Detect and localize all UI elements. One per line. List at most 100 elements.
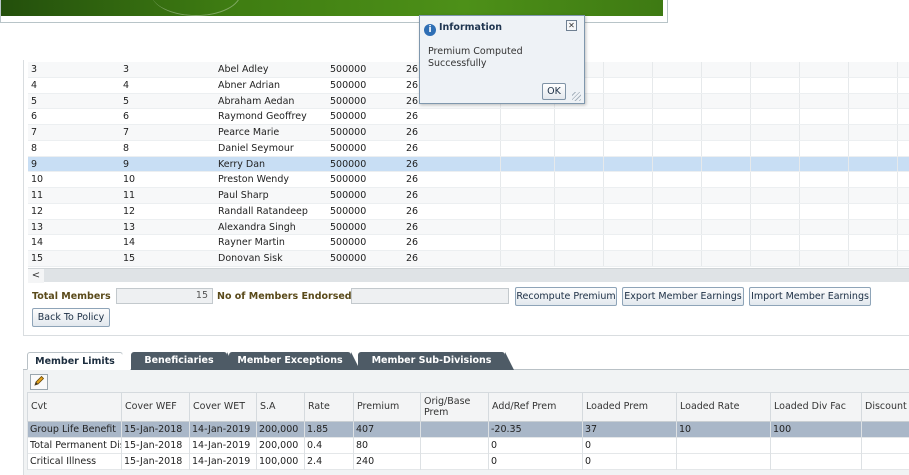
- sum-assured-cell: 500000: [330, 64, 367, 75]
- table-cell: Group Life Benefit: [27, 422, 121, 438]
- member-number-cell: 9: [123, 158, 130, 170]
- table-row[interactable]: 15 15 Donovan Sisk 500000 26: [28, 251, 909, 267]
- table-row[interactable]: 10 10 Preston Wendy 500000 26: [28, 172, 909, 188]
- import-member-earnings-button[interactable]: Import Member Earnings: [749, 287, 871, 306]
- column-divider: [750, 156, 751, 172]
- member-name-cell: Raymond Geoffrey: [218, 111, 307, 123]
- row-number-cell: 8: [31, 142, 38, 154]
- tab-member-sub-divisions[interactable]: Member Sub-Divisions: [358, 352, 514, 370]
- member-name-cell: Abner Adrian: [218, 79, 281, 91]
- table-row[interactable]: Critical Illness 15-Jan-2018 14-Jan-2019 10…: [27, 454, 909, 470]
- column-divider: [603, 77, 604, 93]
- column-divider: [750, 219, 751, 235]
- column-header[interactable]: Premium: [353, 393, 420, 423]
- back-to-policy-button[interactable]: Back To Policy: [32, 308, 110, 327]
- sum-assured-cell: 500000: [330, 205, 367, 217]
- column-divider: [799, 172, 800, 187]
- dialog-title-text: Information: [439, 22, 503, 33]
- column-header[interactable]: Discount R: [861, 393, 909, 423]
- column-divider: [701, 172, 702, 187]
- banner-decoration: [151, 0, 241, 16]
- column-divider: [701, 251, 702, 266]
- member-name-cell: Daniel Seymour: [218, 142, 294, 154]
- table-row[interactable]: 6 6 Raymond Geoffrey 500000 26: [28, 109, 909, 125]
- member-number-cell: 12: [123, 205, 136, 217]
- member-name-cell: Randall Ratandeep: [218, 205, 308, 217]
- table-row[interactable]: 9 9 Kerry Dan 500000 26: [28, 156, 909, 173]
- ok-button[interactable]: OK: [542, 83, 566, 100]
- table-cell: [676, 438, 770, 454]
- sum-assured-cell: 500000: [330, 127, 367, 138]
- column-divider: [500, 235, 501, 250]
- sum-assured-cell: 500000: [330, 237, 367, 249]
- column-divider: [750, 109, 751, 124]
- column-divider: [897, 188, 898, 203]
- column-header[interactable]: Rate: [304, 393, 353, 423]
- column-divider: [848, 93, 849, 109]
- column-divider: [500, 219, 501, 235]
- table-row[interactable]: 12 12 Randall Ratandeep 500000 26: [28, 203, 909, 220]
- export-member-earnings-button[interactable]: Export Member Earnings: [622, 287, 744, 306]
- horizontal-scrollbar[interactable]: <: [28, 268, 909, 283]
- table-row[interactable]: 14 14 Rayner Martin 500000 26: [28, 235, 909, 251]
- close-icon[interactable]: ✕: [566, 20, 577, 31]
- column-divider: [701, 219, 702, 235]
- table-cell: 0: [488, 454, 582, 470]
- column-divider: [897, 109, 898, 124]
- tab-member-exceptions[interactable]: Member Exceptions: [229, 352, 360, 370]
- column-divider: [848, 203, 849, 219]
- table-cell: [420, 422, 488, 438]
- table-row[interactable]: 13 13 Alexandra Singh 500000 26: [28, 219, 909, 236]
- column-divider: [652, 172, 653, 187]
- member-number-cell: 10: [123, 174, 136, 186]
- column-header[interactable]: Cover WEF: [121, 393, 189, 423]
- table-row[interactable]: Group Life Benefit 15-Jan-2018 14-Jan-2019…: [27, 422, 909, 438]
- column-divider: [554, 203, 555, 219]
- sum-assured-cell: 500000: [330, 190, 367, 201]
- column-header[interactable]: Cvt: [27, 393, 121, 423]
- table-row[interactable]: 11 11 Paul Sharp 500000 26: [28, 188, 909, 204]
- recompute-premium-button[interactable]: Recompute Premium: [515, 287, 617, 306]
- column-divider: [500, 125, 501, 140]
- information-dialog: i Information ✕ Premium Computed Successf…: [419, 15, 585, 104]
- table-row[interactable]: 7 7 Pearce Marie 500000 26: [28, 125, 909, 141]
- member-name-cell: Kerry Dan: [218, 158, 266, 170]
- row-number-cell: 14: [31, 237, 44, 249]
- member-name-cell: Preston Wendy: [218, 174, 289, 186]
- column-header[interactable]: S.A: [256, 393, 304, 423]
- column-header[interactable]: Loaded Div Fac: [770, 393, 861, 423]
- scroll-left-icon[interactable]: <: [28, 269, 44, 283]
- column-divider: [554, 125, 555, 140]
- tab-member-limits[interactable]: Member Limits: [27, 352, 131, 371]
- row-number-cell: 5: [31, 95, 38, 107]
- table-cell: 200,000: [256, 422, 304, 438]
- column-divider: [897, 156, 898, 172]
- tab-beneficiaries[interactable]: Beneficiaries: [131, 352, 236, 370]
- column-divider: [500, 140, 501, 156]
- table-cell: 80: [353, 438, 420, 454]
- column-header[interactable]: Loaded Rate: [676, 393, 770, 423]
- table-cell: [420, 454, 488, 470]
- resize-grip-icon[interactable]: [572, 92, 581, 101]
- column-header[interactable]: Add/Ref Prem: [488, 393, 582, 423]
- column-divider: [603, 172, 604, 187]
- sum-assured-cell: 500000: [330, 174, 367, 186]
- column-header[interactable]: Loaded Prem: [582, 393, 676, 423]
- table-row[interactable]: 8 8 Daniel Seymour 500000 26: [28, 140, 909, 157]
- column-divider: [652, 77, 653, 93]
- column-header[interactable]: Orig/Base Prem: [420, 393, 488, 423]
- column-divider: [848, 251, 849, 266]
- column-divider: [750, 93, 751, 109]
- column-divider: [554, 251, 555, 266]
- edit-button[interactable]: [30, 374, 48, 390]
- column-divider: [652, 235, 653, 250]
- table-cell: [861, 438, 909, 454]
- column-divider: [603, 219, 604, 235]
- column-divider: [799, 156, 800, 172]
- column-header[interactable]: Cover WET: [189, 393, 256, 423]
- column-divider: [848, 125, 849, 140]
- member-number-cell: 6: [123, 111, 130, 123]
- column-divider: [554, 219, 555, 235]
- table-row[interactable]: Total Permanent Disability15-Jan-201814-…: [27, 438, 909, 454]
- column-divider: [897, 93, 898, 109]
